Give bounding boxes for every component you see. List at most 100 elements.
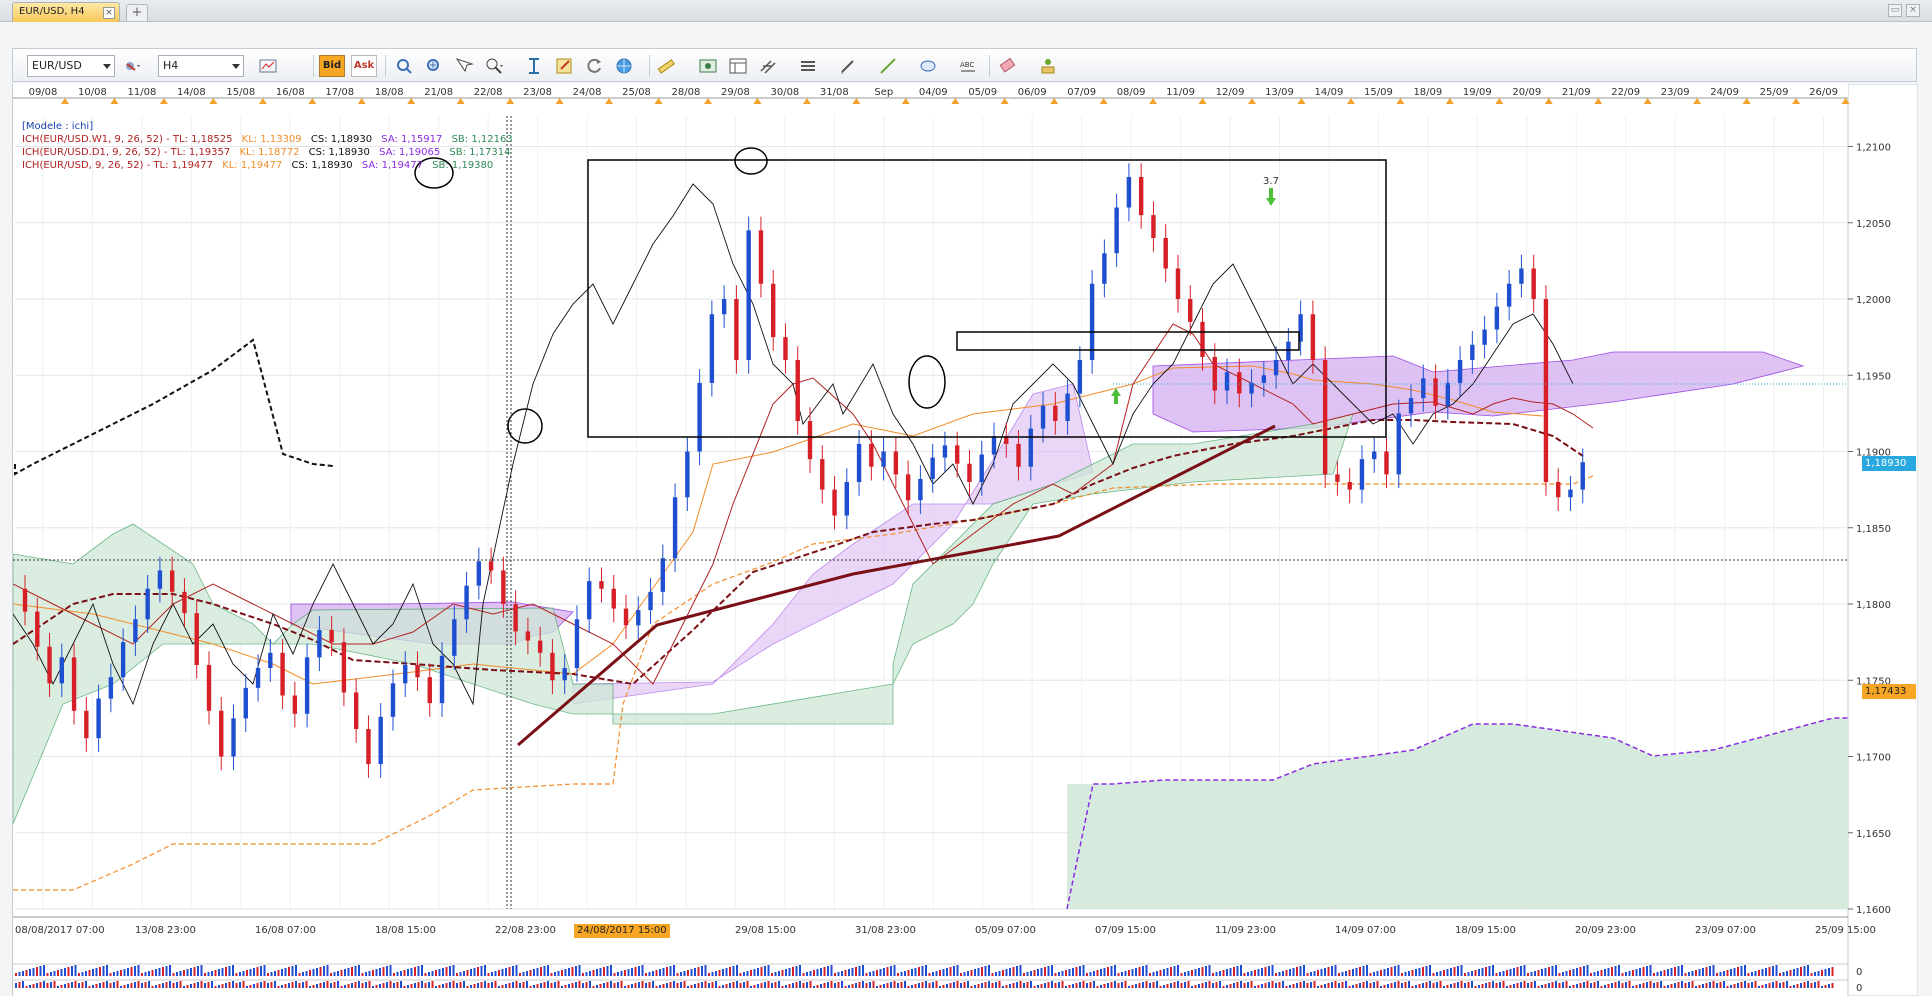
volume-bar: [1124, 981, 1127, 988]
volume-bar: [526, 971, 528, 976]
indicator-icon[interactable]: [523, 55, 545, 77]
close-window-icon[interactable]: ×: [1906, 4, 1920, 17]
text-icon[interactable]: ABC: [957, 55, 979, 77]
zoom-in-icon[interactable]: [423, 55, 445, 77]
volume-bar: [204, 973, 206, 976]
volume-bar: [1177, 981, 1179, 988]
volume-bar: [1583, 966, 1585, 976]
y-tick-label: 1,1650: [1856, 829, 1891, 840]
bid-button[interactable]: Bid: [319, 55, 345, 77]
volume-bar: [403, 986, 406, 988]
volume-bar: [1037, 969, 1039, 976]
candle-body: [893, 451, 899, 475]
close-icon[interactable]: ×: [103, 7, 115, 19]
volume-bar: [1110, 966, 1113, 976]
candle-body: [219, 710, 224, 757]
volume-bar: [743, 982, 745, 988]
candle-body: [685, 451, 690, 498]
volume-bar: [589, 981, 591, 988]
object-list-icon[interactable]: [1037, 55, 1059, 77]
fib-icon[interactable]: [757, 55, 779, 77]
volume-bar: [32, 968, 35, 976]
screenshot-icon[interactable]: [697, 55, 719, 77]
volume-bar: [491, 972, 493, 976]
volume-bar: [1649, 965, 1652, 976]
ruler-icon[interactable]: [655, 55, 677, 77]
volume-bar: [95, 984, 98, 988]
volume-bar: [239, 972, 241, 976]
volume-bar: [85, 971, 87, 976]
candle-body: [1445, 382, 1451, 406]
volume-bar: [120, 986, 122, 988]
volume-bar: [1156, 981, 1158, 988]
candlestick-chart[interactable]: 1,21001,20501,20001,19501,19001,18501,18…: [13, 84, 1918, 996]
magnifier-icon[interactable]: [483, 55, 505, 77]
volume-bar: [1303, 981, 1305, 988]
chart-type-icon[interactable]: [257, 55, 279, 77]
volume-bar: [823, 983, 826, 988]
volume-bar: [1590, 973, 1592, 976]
volume-bar: [242, 971, 245, 976]
volume-bar: [515, 981, 518, 988]
volume-bar: [459, 972, 462, 976]
restore-window-icon[interactable]: ▭: [1888, 4, 1902, 17]
volume-bar: [715, 971, 717, 976]
volume-bar: [130, 983, 133, 988]
candle-body: [120, 642, 126, 678]
volume-bar: [1205, 966, 1207, 976]
volume-bar: [1215, 982, 1218, 988]
volume-bar: [361, 973, 364, 976]
volume-bar: [788, 968, 791, 976]
volume-bar: [186, 969, 189, 976]
volume-bar: [207, 982, 210, 988]
pen-icon[interactable]: [837, 55, 859, 77]
shape-icon[interactable]: [917, 55, 939, 77]
volume-bar: [1817, 971, 1820, 976]
volume-bar: [22, 971, 24, 976]
volume-bar: [396, 982, 399, 988]
volume-bar: [200, 965, 203, 976]
bottom-date-label: 08/08/2017 07:00: [15, 925, 105, 936]
volume-bar: [1327, 983, 1330, 988]
refresh-icon[interactable]: [583, 55, 605, 77]
volume-bar: [760, 967, 763, 976]
volume-bar: [596, 985, 598, 988]
volume-bar: [218, 985, 220, 988]
volume-bar: [1821, 970, 1823, 976]
volume-bar: [1170, 967, 1172, 976]
trendline-icon[interactable]: [877, 55, 899, 77]
add-tab-button[interactable]: +: [126, 4, 148, 21]
volume-bar: [1789, 970, 1792, 976]
lines-icon[interactable]: [797, 55, 819, 77]
chart-area[interactable]: 1,2100 1,2050 1,2000 1,1950 1,1900 1,1850 1,18…: [12, 84, 1918, 996]
template-icon[interactable]: [553, 55, 575, 77]
volume-bar: [449, 982, 451, 988]
volume-bar: [1103, 968, 1106, 976]
eraser-icon[interactable]: [997, 55, 1019, 77]
volume-bar: [935, 971, 938, 976]
zoom-out-icon[interactable]: [453, 55, 475, 77]
top-date-label: 10/08: [78, 87, 107, 98]
offer-side-icon[interactable]: [121, 55, 143, 77]
period-select[interactable]: H4: [158, 55, 244, 77]
globe-icon[interactable]: [613, 55, 635, 77]
volume-bar: [827, 966, 829, 976]
volume-bar: [1439, 971, 1442, 976]
cursor-icon[interactable]: [393, 55, 415, 77]
volume-bar: [452, 965, 455, 976]
volume-axis-label: 0: [1856, 983, 1862, 994]
volume-bar: [1656, 982, 1659, 988]
volume-bar: [459, 982, 462, 988]
top-date-label: 05/09: [968, 87, 997, 98]
ask-button[interactable]: Ask: [351, 55, 377, 77]
layout-icon[interactable]: [727, 55, 749, 77]
volume-bar: [302, 972, 304, 976]
volume-bar: [211, 971, 213, 976]
volume-bar: [1831, 983, 1834, 988]
volume-bar: [1803, 982, 1806, 988]
instrument-select[interactable]: EUR/USD: [27, 55, 115, 77]
tab-eurusd-h4[interactable]: EUR/USD, H4 ×: [12, 2, 120, 22]
volume-bar: [1338, 973, 1340, 976]
volume-bar: [1079, 966, 1081, 976]
candle-body: [942, 445, 948, 458]
